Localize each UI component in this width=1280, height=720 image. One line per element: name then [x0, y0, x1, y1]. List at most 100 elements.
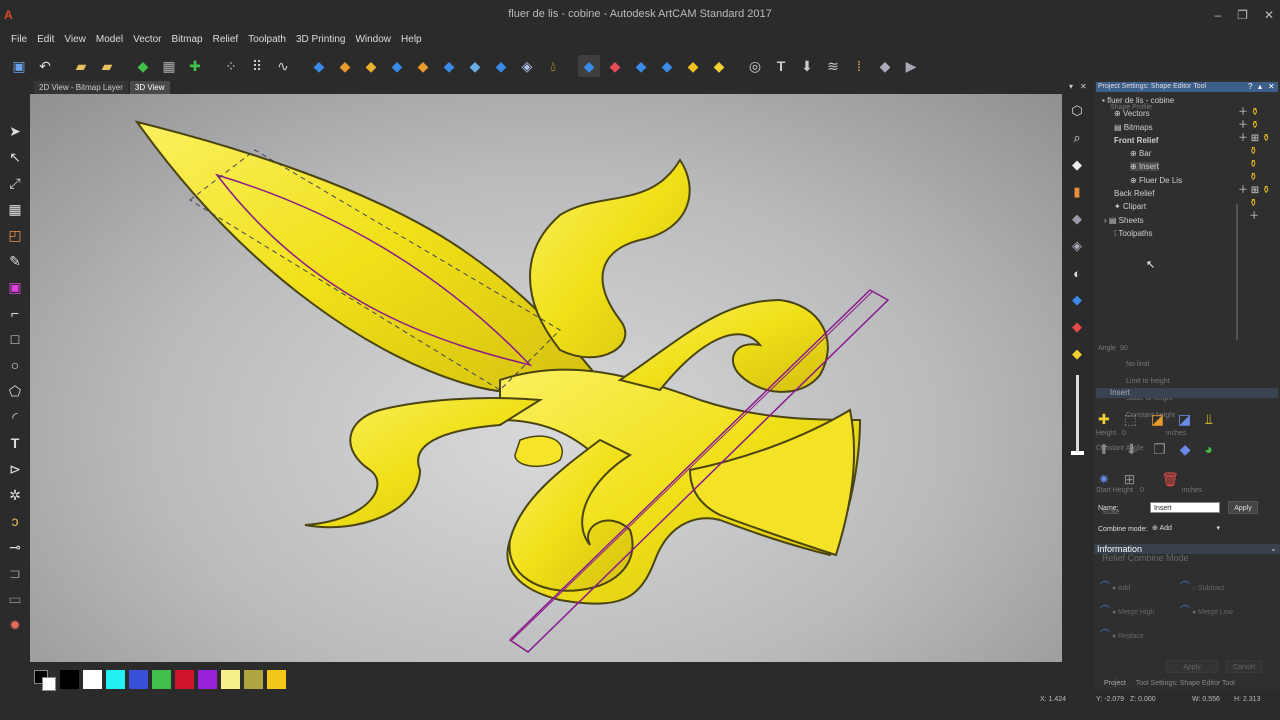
layer-blue-icon[interactable]: ◆ [1066, 287, 1088, 313]
fillet-icon[interactable]: ↄ [4, 508, 26, 534]
add-layer-icon[interactable]: ＋ ⊞ ⚱ [1238, 184, 1270, 197]
relief-orange-3-icon[interactable]: ◆ [412, 55, 434, 77]
new-folder-icon[interactable]: ▰ [96, 55, 118, 77]
fleur-de-lis-relief[interactable] [30, 94, 1062, 662]
node-tool-icon[interactable]: ✲ [4, 482, 26, 508]
shape-arrange-icon[interactable]: ⊞ [1124, 471, 1136, 487]
menu-view[interactable]: View [59, 32, 91, 48]
shape-blue-icon[interactable]: ◪ [1178, 411, 1191, 427]
swatch[interactable] [60, 670, 79, 689]
curve-icon[interactable]: ∿ [272, 55, 294, 77]
tree-insert[interactable]: ⊕ Insert [1130, 162, 1159, 171]
mode-replace[interactable]: ⌒ ● Replace [1100, 626, 1144, 641]
menu-toolpath[interactable]: Toolpath [243, 32, 291, 48]
mode-merge-high[interactable]: ⌒ ● Merge High [1100, 602, 1154, 617]
visibility-icon[interactable]: ⚱ [1238, 197, 1270, 210]
import-icon[interactable]: ⬇ [796, 55, 818, 77]
sculpt-icon[interactable]: ◎ [744, 55, 766, 77]
apply-button[interactable]: Apply [1166, 660, 1218, 673]
select-shape-icon[interactable]: ⬚ [1124, 411, 1137, 427]
select-arrow-icon[interactable]: ➤ [4, 118, 26, 144]
swatch[interactable] [267, 670, 286, 689]
tree-toolpaths[interactable]: ⁞ Toolpaths [1114, 229, 1153, 238]
offset-icon[interactable]: ⊳ [4, 456, 26, 482]
eraser-2-icon[interactable]: ◆ [874, 55, 896, 77]
layer-red-icon[interactable]: ◆ [1066, 314, 1088, 340]
swatch[interactable] [244, 670, 263, 689]
swatch[interactable] [129, 670, 148, 689]
relief-blue-6-icon[interactable]: ◆ [630, 55, 652, 77]
relief-blue-4-icon[interactable]: ◆ [464, 55, 486, 77]
polyline-icon[interactable]: ⌐ [4, 300, 26, 326]
add-layer-icon[interactable]: ＋ ⚱ [1238, 106, 1270, 119]
panel-menu-icon[interactable]: ▾ [1069, 82, 1073, 91]
relief-green-icon[interactable]: ◆ [132, 55, 154, 77]
relief-blue-3-icon[interactable]: ◆ [438, 55, 460, 77]
tab-project[interactable]: Project [1100, 680, 1130, 687]
shape-green-icon[interactable]: ◕ [1204, 441, 1212, 457]
minimize-button[interactable]: – [1214, 8, 1221, 22]
maximize-button[interactable]: ❐ [1237, 8, 1248, 22]
menu-relief[interactable]: Relief [208, 32, 244, 48]
apply-name-button[interactable]: Apply [1228, 501, 1258, 514]
circle-icon[interactable]: ○ [4, 352, 26, 378]
eraser-icon[interactable]: ◆ [604, 55, 626, 77]
slice-icon[interactable]: ≋ [822, 55, 844, 77]
mode-subtract[interactable]: ⌒ ○ Subtract [1180, 578, 1224, 593]
lower-arrow-icon[interactable]: ⬇ [1126, 441, 1138, 457]
add-layer-icon[interactable]: ＋ [1238, 210, 1270, 223]
relief-blue-2-icon[interactable]: ◆ [386, 55, 408, 77]
cylinder-icon[interactable]: ▮ [1066, 179, 1088, 205]
panel-close-icon[interactable]: ✕ [1268, 82, 1275, 91]
swatch[interactable] [152, 670, 171, 689]
tab-tool-settings[interactable]: Tool Settings: Shape Editor Tool [1132, 680, 1239, 687]
combine-mode-select[interactable]: ⊕ Add ▾ [1152, 523, 1220, 534]
undo-icon[interactable]: ↶ [34, 55, 56, 77]
shape-raise-icon[interactable]: ⫫ [1205, 411, 1213, 427]
relief-blue-1-icon[interactable]: ◆ [308, 55, 330, 77]
panel-pin-icon[interactable]: ▴ [1258, 82, 1262, 91]
delete-shape-icon[interactable]: 🗑︎ [1161, 471, 1179, 487]
cube-view-icon[interactable]: ⬡ [1066, 98, 1088, 124]
text-relief-icon[interactable]: T [770, 55, 792, 77]
swatch[interactable] [83, 670, 102, 689]
tree-scrollbar[interactable] [1236, 204, 1238, 340]
zipper-icon[interactable]: ⁞ [848, 55, 870, 77]
zoom-icon[interactable]: ⌕ [1066, 125, 1088, 151]
menu-window[interactable]: Window [350, 32, 396, 48]
paint-brush-icon[interactable]: ✎ [4, 248, 26, 274]
shading-icon[interactable]: ◐ [1066, 260, 1088, 286]
tree-back-relief[interactable]: Back Relief [1114, 189, 1154, 198]
panel-x-icon[interactable]: ✕ [1080, 82, 1087, 91]
rounded-rect-icon[interactable]: ▭ [4, 586, 26, 612]
shape-editor-icon[interactable]: ◆ [578, 55, 600, 77]
swatch[interactable] [221, 670, 240, 689]
tab-3d-view[interactable]: 3D View [129, 81, 170, 94]
shape-star-icon[interactable]: ✷ [1098, 471, 1110, 487]
tree-front-relief[interactable]: Front Relief [1114, 136, 1158, 145]
bitmap-fill-icon[interactable]: ▣ [4, 274, 26, 300]
save-icon[interactable]: ▣ [8, 55, 30, 77]
drop-icon[interactable]: 💧︎ [542, 55, 564, 77]
relief-blue-5-icon[interactable]: ◆ [490, 55, 512, 77]
cancel-button[interactable]: Cancel [1226, 660, 1262, 673]
menu-help[interactable]: Help [396, 32, 427, 48]
layer-grid-icon[interactable]: ▦ [4, 196, 26, 222]
visibility-icon[interactable]: ⚱ [1238, 158, 1270, 171]
text-icon[interactable]: T [4, 430, 26, 456]
swatch-bw-toggle[interactable] [34, 670, 56, 691]
3d-viewport[interactable] [30, 94, 1062, 662]
tree-clipart[interactable]: ✦ Clipart [1114, 202, 1146, 211]
swatch[interactable] [106, 670, 125, 689]
gear-star-icon[interactable]: ✹ [4, 612, 26, 638]
add-shape-icon[interactable]: ✚ [1098, 411, 1110, 427]
menu-vector[interactable]: Vector [128, 32, 166, 48]
z-slider[interactable] [1070, 375, 1084, 455]
menu-3d-printing[interactable]: 3D Printing [291, 32, 350, 48]
texture-icon[interactable]: ◆ [682, 55, 704, 77]
relief-stack-icon[interactable]: ◈ [516, 55, 538, 77]
arc-icon[interactable]: ◜ [4, 404, 26, 430]
menu-model[interactable]: Model [91, 32, 128, 48]
swatch[interactable] [175, 670, 194, 689]
join-icon[interactable]: ⊐ [4, 560, 26, 586]
